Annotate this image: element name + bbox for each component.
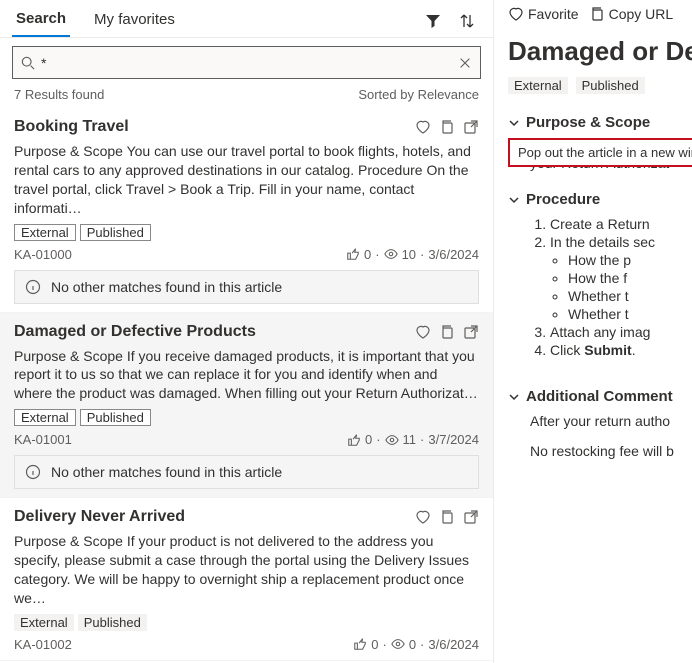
section-scope-title: Purpose & Scope	[526, 114, 650, 131]
section-scope-header[interactable]: Purpose & Scope	[508, 114, 692, 131]
result-snippet: Purpose & Scope If you receive damaged p…	[14, 347, 479, 404]
no-match-banner: No other matches found in this article	[14, 455, 479, 489]
article-title: Damaged or De	[508, 36, 692, 67]
tag-published: Published	[80, 409, 151, 426]
copy-link-icon[interactable]	[439, 509, 455, 525]
result-card[interactable]: Damaged or Defective Products Purpose & S…	[0, 313, 493, 499]
section-procedure-header[interactable]: Procedure	[508, 191, 692, 208]
chevron-down-icon	[508, 194, 520, 206]
section-additional-header[interactable]: Additional Comment	[508, 388, 692, 405]
popout-tooltip: Pop out the article in a new window	[508, 138, 692, 167]
popout-icon[interactable]	[463, 119, 479, 135]
search-query: *	[41, 55, 458, 71]
section-procedure-title: Procedure	[526, 191, 600, 208]
chevron-down-icon	[508, 117, 520, 129]
result-id: KA-01001	[14, 432, 72, 447]
sort-icon[interactable]	[457, 11, 477, 31]
tab-search[interactable]: Search	[12, 4, 70, 37]
result-id: KA-01002	[14, 637, 72, 652]
result-snippet: Purpose & Scope You can use our travel p…	[14, 142, 479, 218]
article-tag-external: External	[508, 77, 568, 94]
tab-bar: Search My favorites	[0, 0, 493, 38]
copy-url-label: Copy URL	[609, 6, 674, 22]
result-id: KA-01000	[14, 247, 72, 262]
result-title: Booking Travel	[14, 118, 129, 136]
popout-icon[interactable]	[463, 509, 479, 525]
popout-icon[interactable]	[463, 324, 479, 340]
tag-published: Published	[80, 224, 151, 241]
tag-published: Published	[78, 614, 147, 631]
result-card[interactable]: Booking Travel Purpose & Scope You can us…	[0, 108, 493, 313]
result-card[interactable]: Delivery Never Arrived Purpose & Scope If…	[0, 498, 493, 661]
heart-icon[interactable]	[415, 119, 431, 135]
copy-link-icon[interactable]	[439, 119, 455, 135]
result-stats: 0·0·3/6/2024	[353, 637, 479, 652]
chevron-down-icon	[508, 391, 520, 403]
result-stats: 0·11·3/7/2024	[347, 432, 479, 447]
favorite-button[interactable]: Favorite	[508, 6, 579, 22]
results-sort: Sorted by Relevance	[358, 87, 479, 102]
results-list[interactable]: Booking Travel Purpose & Scope You can us…	[0, 108, 493, 663]
result-snippet: Purpose & Scope If your product is not d…	[14, 532, 479, 608]
tag-external: External	[14, 614, 74, 631]
copy-url-button[interactable]: Copy URL	[589, 6, 674, 22]
heart-icon[interactable]	[415, 509, 431, 525]
filter-icon[interactable]	[423, 11, 443, 31]
search-input[interactable]: *	[12, 46, 481, 79]
section-additional-title: Additional Comment	[526, 388, 673, 405]
results-header: 7 Results found Sorted by Relevance	[0, 83, 493, 108]
no-match-banner: No other matches found in this article	[14, 270, 479, 304]
article-tag-published: Published	[576, 77, 645, 94]
result-title: Delivery Never Arrived	[14, 508, 185, 526]
result-title: Damaged or Defective Products	[14, 323, 256, 341]
tab-favorites[interactable]: My favorites	[90, 5, 179, 36]
result-stats: 0·10·3/6/2024	[346, 247, 479, 262]
tag-external: External	[14, 224, 76, 241]
results-count: 7 Results found	[14, 87, 104, 102]
clear-search-icon[interactable]	[458, 56, 472, 70]
copy-link-icon[interactable]	[439, 324, 455, 340]
section-additional-body: After your return autho No restocking fe…	[530, 413, 692, 459]
favorite-label: Favorite	[528, 6, 579, 22]
heart-icon[interactable]	[415, 324, 431, 340]
section-procedure-body: Create a Return In the details sec How t…	[530, 216, 692, 358]
tag-external: External	[14, 409, 76, 426]
search-icon	[21, 56, 35, 70]
